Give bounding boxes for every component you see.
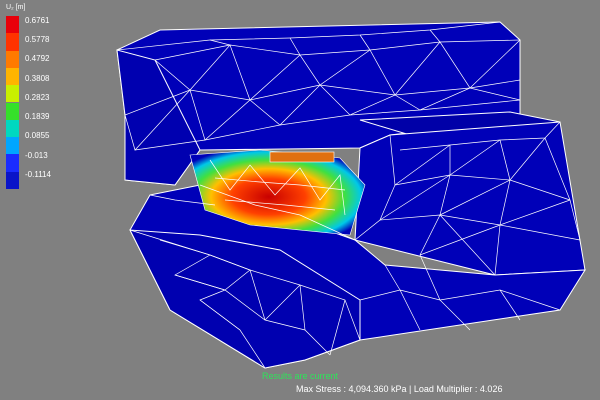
legend-label: -0.013 [25,150,48,160]
contour-legend: U₂ [m] 0.6761 0.5778 0.4792 0.3808 0.2823 0.1… [2,2,72,192]
legend-swatch [6,50,19,68]
legend-swatch [6,67,19,86]
tunnel-lining [269,151,335,163]
legend-swatch [6,119,19,138]
model-viewport[interactable] [0,0,600,400]
legend-swatch [6,33,19,51]
max-stress-readout: Max Stress : 4,094.360 kPa | Load Multip… [296,384,503,394]
legend-swatch [6,171,19,189]
legend-label: 0.0855 [25,131,50,141]
legend-label: 0.3808 [25,73,50,83]
legend-label: 0.5778 [25,35,50,45]
legend-label: 0.6761 [25,16,50,25]
results-status: Results are current [261,371,339,381]
legend-swatch [6,16,19,34]
legend-swatch [6,154,19,172]
legend-swatch [6,137,19,155]
legend-title: U₂ [m] [6,4,26,11]
legend-label: -0.1114 [25,169,51,179]
legend-label: 0.2823 [25,92,50,102]
legend-swatch [6,102,19,120]
legend-label: 0.1839 [25,112,50,122]
legend-swatch [6,85,19,103]
legend-label: 0.4792 [25,54,50,64]
